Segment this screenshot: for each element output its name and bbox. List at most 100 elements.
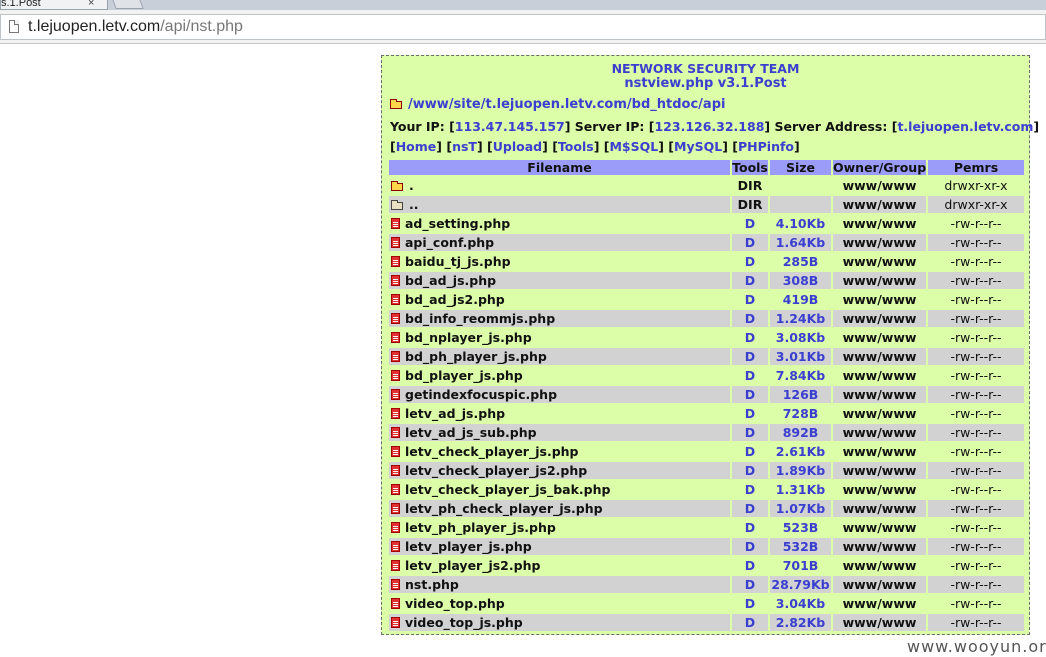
current-path: /www/site/t.lejuopen.letv.com/bd_htdoc/a… (390, 97, 725, 112)
file-name-cell: bd_player_js.php (389, 367, 730, 384)
file-icon (391, 237, 400, 248)
file-name-link[interactable]: bd_ad_js.php (405, 273, 496, 288)
download-link[interactable]: D (732, 310, 768, 327)
owner-group: www/www (833, 329, 926, 346)
file-name-link[interactable]: letv_check_player_js2.php (405, 463, 587, 478)
file-name-link[interactable]: letv_ad_js_sub.php (405, 425, 537, 440)
new-tab-button[interactable] (110, 0, 144, 9)
your-ip-label: Your IP: (390, 119, 445, 134)
owner-group: www/www (833, 576, 926, 593)
file-name-link[interactable]: ad_setting.php (405, 216, 510, 231)
tab-strip: s.1.Post × (0, 0, 1046, 10)
file-table: Filename Tools Size Owner/Group Pemrs . D… (387, 158, 1026, 633)
file-name-link[interactable]: letv_ad_js.php (405, 406, 505, 421)
nav-link-mysql[interactable]: MySQL (674, 139, 722, 154)
file-name-link[interactable]: .. (409, 197, 419, 212)
permissions: -rw-r--r-- (928, 386, 1024, 403)
file-icon (391, 598, 400, 609)
download-link[interactable]: D (732, 367, 768, 384)
download-link[interactable]: D (732, 538, 768, 555)
tab-close-icon[interactable]: × (88, 0, 94, 9)
owner-group: www/www (833, 310, 926, 327)
file-name-link[interactable]: bd_ad_js2.php (405, 292, 505, 307)
download-link[interactable]: D (732, 500, 768, 517)
file-name-link[interactable]: api_conf.php (405, 235, 494, 250)
file-name-link[interactable]: bd_player_js.php (405, 368, 523, 383)
file-name-link[interactable]: baidu_tj_js.php (405, 254, 511, 269)
server-address-label: Server Address: (774, 119, 888, 134)
permissions: -rw-r--r-- (928, 272, 1024, 289)
nav-link-home[interactable]: Home (396, 139, 437, 154)
file-name-link[interactable]: nst.php (405, 577, 459, 592)
team-title: NETWORK SECURITY TEAM (611, 61, 800, 76)
download-link[interactable]: D (732, 405, 768, 422)
file-name-link[interactable]: video_top_js.php (405, 615, 523, 630)
file-name-link[interactable]: letv_ph_player_js.php (405, 520, 556, 535)
download-link[interactable]: D (732, 443, 768, 460)
download-link[interactable]: D (732, 272, 768, 289)
file-name-cell: letv_check_player_js_bak.php (389, 481, 730, 498)
file-name-cell: . (389, 177, 730, 194)
address-bar[interactable]: t.lejuopen.letv.com/api/nst.php (0, 14, 1046, 40)
nav-link-upload[interactable]: Upload (493, 139, 542, 154)
file-name-link[interactable]: letv_player_js2.php (405, 558, 540, 573)
download-link[interactable]: D (732, 462, 768, 479)
download-link[interactable]: D (732, 215, 768, 232)
file-name-link[interactable]: bd_nplayer_js.php (405, 330, 532, 345)
download-link[interactable]: D (732, 234, 768, 251)
file-name-link[interactable]: letv_player_js.php (405, 539, 532, 554)
permissions: -rw-r--r-- (928, 329, 1024, 346)
owner-group: www/www (833, 557, 926, 574)
file-name-link[interactable]: bd_ph_player_js.php (405, 349, 547, 364)
download-link[interactable]: D (732, 576, 768, 593)
download-link[interactable]: D (732, 329, 768, 346)
download-link[interactable]: D (732, 519, 768, 536)
file-name-link[interactable]: video_top.php (405, 596, 505, 611)
download-link[interactable]: D (732, 348, 768, 365)
file-name-link[interactable]: . (409, 178, 414, 193)
download-link[interactable]: D (732, 557, 768, 574)
download-link[interactable]: D (732, 386, 768, 403)
file-name-link[interactable]: getindexfocuspic.php (405, 387, 557, 402)
table-row: . DIR www/www drwxr-xr-x (389, 177, 1024, 194)
table-row: getindexfocuspic.php D 126B www/www -rw-r--r… (389, 386, 1024, 403)
owner-group: www/www (833, 215, 926, 232)
nav-link-nst[interactable]: nsT (452, 139, 477, 154)
download-link[interactable]: D (732, 424, 768, 441)
download-link[interactable]: D (732, 481, 768, 498)
col-header-filename: Filename (389, 160, 730, 175)
permissions: -rw-r--r-- (928, 557, 1024, 574)
file-icon (391, 313, 400, 324)
url-text[interactable]: t.lejuopen.letv.com/api/nst.php (28, 18, 243, 36)
file-name-link[interactable]: bd_info_reommjs.php (405, 311, 555, 326)
file-name-cell: .. (389, 196, 730, 213)
permissions: -rw-r--r-- (928, 462, 1024, 479)
download-link[interactable]: D (732, 291, 768, 308)
table-row: bd_player_js.php D 7.84Kb www/www -rw-r--r-- (389, 367, 1024, 384)
col-header-owner: Owner/Group (833, 160, 927, 175)
file-size: 3.08Kb (770, 329, 831, 346)
file-size: 28.79Kb (770, 576, 831, 593)
file-icon (391, 256, 400, 267)
download-link[interactable]: D (732, 614, 768, 631)
file-icon (391, 218, 400, 229)
file-name-link[interactable]: letv_ph_check_player_js.php (405, 501, 603, 516)
table-row: letv_check_player_js.php D 2.61Kb www/www -r… (389, 443, 1024, 460)
download-link[interactable]: D (732, 595, 768, 612)
download-link[interactable]: D (732, 253, 768, 270)
permissions: drwxr-xr-x (928, 196, 1024, 213)
file-name-cell: letv_ad_js_sub.php (389, 424, 730, 441)
nav-link-m-sql[interactable]: M$SQL (609, 139, 658, 154)
table-row: letv_player_js2.php D 701B www/www -rw-r--r-… (389, 557, 1024, 574)
file-name-link[interactable]: letv_check_player_js_bak.php (405, 482, 610, 497)
browser-tab[interactable]: s.1.Post × (0, 0, 108, 10)
owner-group: www/www (833, 253, 926, 270)
table-row: letv_check_player_js_bak.php D 1.31Kb www/w… (389, 481, 1024, 498)
file-name-link[interactable]: letv_check_player_js.php (405, 444, 579, 459)
owner-group: www/www (833, 481, 926, 498)
nav-link-tools[interactable]: Tools (558, 139, 594, 154)
file-name-cell: video_top.php (389, 595, 730, 612)
current-path-link[interactable]: /www/site/t.lejuopen.letv.com/bd_htdoc/a… (408, 97, 725, 112)
table-row: video_top_js.php D 2.82Kb www/www -rw-r--r-- (389, 614, 1024, 631)
nav-link-phpinfo[interactable]: PHPinfo (738, 139, 794, 154)
